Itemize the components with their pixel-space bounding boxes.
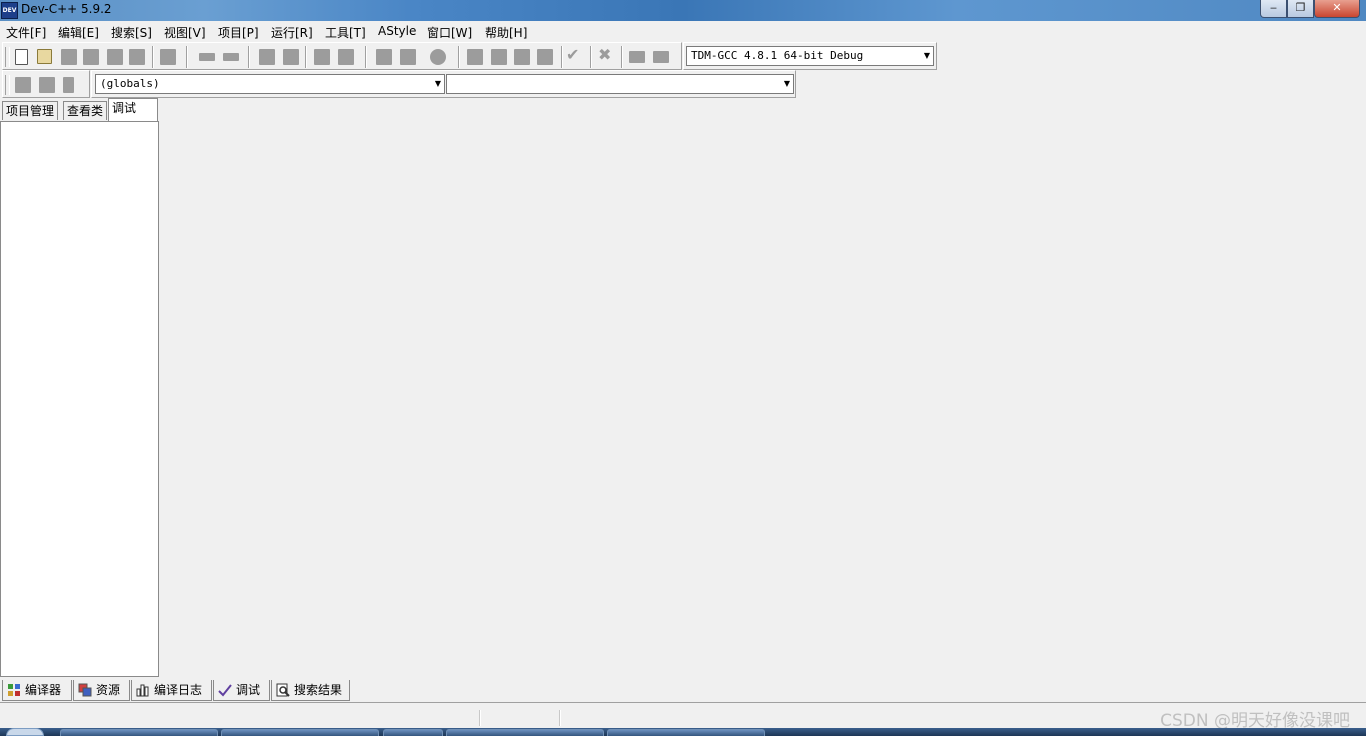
- tab-search-results[interactable]: 搜索结果: [271, 680, 350, 701]
- left-panel-tabs: 项目管理 查看类 调试: [0, 98, 160, 121]
- toolbar-separator: [365, 46, 367, 68]
- tab-search-results-label: 搜索结果: [294, 683, 343, 697]
- window-title: Dev-C++ 5.9.2: [21, 2, 112, 16]
- taskbar-item[interactable]: [607, 729, 765, 736]
- save-all-icon[interactable]: [83, 49, 99, 65]
- close-icon[interactable]: [107, 49, 123, 65]
- tab-debug-output-label: 调试: [236, 683, 261, 697]
- chevron-down-icon: ▼: [783, 79, 790, 88]
- checkmark-icon: [218, 684, 232, 697]
- editor-area[interactable]: [161, 98, 1366, 678]
- redo-icon[interactable]: [223, 53, 239, 61]
- search-icon: [276, 683, 290, 697]
- tab-compiler[interactable]: 编译器: [2, 680, 72, 701]
- toolbar-separator: [186, 46, 188, 68]
- compiler-grid-icon: [8, 684, 20, 696]
- run-icon[interactable]: [491, 49, 507, 65]
- chevron-down-icon: ▼: [434, 79, 441, 88]
- class-browser-toolbar: (globals) ▼ ▼: [91, 70, 796, 98]
- menu-file[interactable]: 文件[F]: [6, 24, 46, 41]
- title-bar[interactable]: DEV Dev-C++ 5.9.2 ‒ ❐ ✕: [0, 0, 1366, 21]
- menu-run[interactable]: 运行[R]: [271, 24, 313, 41]
- toolbar-grip[interactable]: [5, 75, 10, 95]
- chevron-down-icon: ▼: [923, 51, 930, 60]
- maximize-button[interactable]: ❐: [1287, 0, 1314, 18]
- undo-icon[interactable]: [199, 53, 215, 61]
- unindent-icon[interactable]: [338, 49, 354, 65]
- delete-profile-icon[interactable]: [653, 51, 669, 63]
- start-button[interactable]: [6, 728, 44, 736]
- bottom-tabs: 编译器 资源 编译日志 调试 搜索结果: [0, 680, 1366, 701]
- taskbar-item[interactable]: [60, 729, 218, 736]
- taskbar-item[interactable]: [446, 729, 604, 736]
- debug-panel[interactable]: [0, 121, 159, 677]
- goto-line-icon[interactable]: [430, 49, 446, 65]
- tab-resources-label: 资源: [96, 683, 121, 697]
- secondary-toolbar: [2, 70, 90, 98]
- close-button[interactable]: ✕: [1314, 0, 1360, 18]
- compiler-toolbar: TDM-GCC 4.8.1 64-bit Debug ▼: [683, 42, 937, 70]
- tab-resources[interactable]: 资源: [73, 680, 130, 701]
- bar-chart-icon: [136, 684, 149, 697]
- os-taskbar: [0, 728, 1366, 736]
- tab-project-manager[interactable]: 项目管理: [2, 101, 59, 120]
- toggle-bookmark-icon[interactable]: [39, 77, 55, 93]
- menu-edit[interactable]: 编辑[E]: [58, 24, 99, 41]
- close-all-icon[interactable]: [129, 49, 145, 65]
- toolbar-separator: [561, 46, 563, 68]
- resources-icon: [78, 683, 92, 697]
- globals-select-value: (globals): [100, 77, 160, 90]
- main-toolbar: ✔ ✖: [2, 42, 682, 70]
- toolbar-separator: [152, 46, 154, 68]
- replace-icon[interactable]: [283, 49, 299, 65]
- insert-icon[interactable]: [15, 77, 31, 93]
- menu-bar: 文件[F] 编辑[E] 搜索[S] 视图[V] 项目[P] 运行[R] 工具[T…: [0, 21, 1366, 41]
- stop-icon[interactable]: ✖: [598, 47, 614, 63]
- find-icon[interactable]: [259, 49, 275, 65]
- app-icon: DEV: [1, 2, 18, 19]
- goto-bookmark-icon[interactable]: [63, 77, 74, 93]
- menu-view[interactable]: 视图[V]: [164, 24, 206, 41]
- menu-project[interactable]: 项目[P]: [218, 24, 259, 41]
- taskbar-item[interactable]: [221, 729, 379, 736]
- status-divider: [559, 710, 561, 726]
- toolbar-grip[interactable]: [5, 47, 10, 67]
- new-file-icon[interactable]: [15, 49, 28, 65]
- tab-debug[interactable]: 调试: [108, 98, 158, 121]
- tab-compile-log-label: 编译日志: [154, 683, 203, 697]
- toolbar-separator: [248, 46, 250, 68]
- tab-compile-log[interactable]: 编译日志: [131, 680, 212, 701]
- status-divider: [479, 710, 481, 726]
- divider: [0, 702, 1366, 703]
- toolbar-separator: [621, 46, 623, 68]
- members-select[interactable]: ▼: [446, 74, 794, 94]
- compiler-select-value: TDM-GCC 4.8.1 64-bit Debug: [691, 49, 864, 62]
- menu-tools[interactable]: 工具[T]: [325, 24, 366, 41]
- compiler-select[interactable]: TDM-GCC 4.8.1 64-bit Debug ▼: [686, 46, 934, 66]
- menu-search[interactable]: 搜索[S]: [111, 24, 152, 41]
- menu-astyle[interactable]: AStyle: [378, 24, 416, 38]
- menu-window[interactable]: 窗口[W]: [427, 24, 472, 41]
- syntax-check-icon[interactable]: ✔: [566, 47, 582, 63]
- rebuild-icon[interactable]: [537, 49, 553, 65]
- bookmark-next-icon[interactable]: [400, 49, 416, 65]
- minimize-button[interactable]: ‒: [1260, 0, 1287, 18]
- tab-debug-output[interactable]: 调试: [213, 680, 270, 701]
- toolbar-separator: [305, 46, 307, 68]
- globals-select[interactable]: (globals) ▼: [95, 74, 445, 94]
- tab-class-view[interactable]: 查看类: [63, 101, 108, 120]
- bookmark-prev-icon[interactable]: [376, 49, 392, 65]
- open-file-icon[interactable]: [37, 49, 52, 64]
- taskbar-item[interactable]: [383, 729, 443, 736]
- profile-icon[interactable]: [629, 51, 645, 63]
- toolbar-separator: [590, 46, 592, 68]
- toolbar-separator: [458, 46, 460, 68]
- save-icon[interactable]: [61, 49, 77, 65]
- indent-icon[interactable]: [314, 49, 330, 65]
- compile-icon[interactable]: [467, 49, 483, 65]
- tab-compiler-label: 编译器: [25, 683, 62, 697]
- compile-run-icon[interactable]: [514, 49, 530, 65]
- menu-help[interactable]: 帮助[H]: [485, 24, 527, 41]
- print-icon[interactable]: [160, 49, 176, 65]
